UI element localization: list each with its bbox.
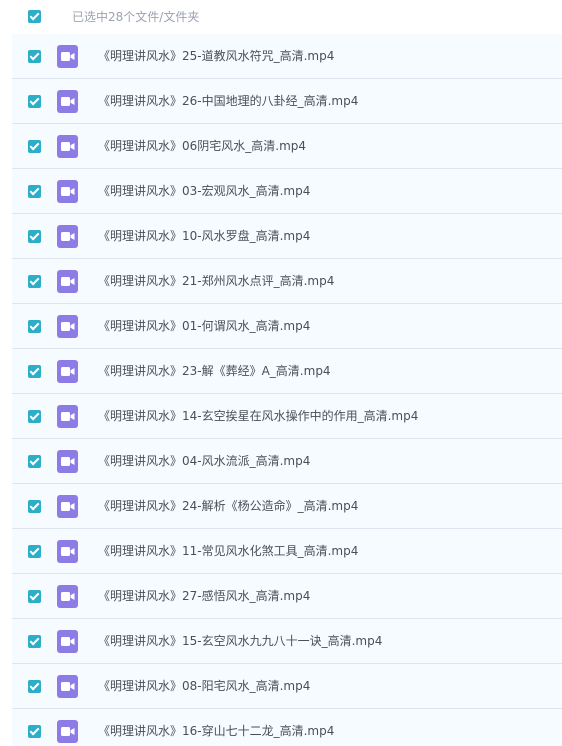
file-list: 《明理讲风水》25-道教风水符咒_高清.mp4 《明理讲风水》26-中国地理的八卦… (12, 34, 562, 746)
file-checkbox[interactable] (28, 500, 41, 513)
file-checkbox[interactable] (28, 680, 41, 693)
video-file-icon (57, 630, 78, 653)
file-checkbox[interactable] (28, 50, 41, 63)
file-name[interactable]: 《明理讲风水》10-风水罗盘_高清.mp4 (98, 229, 310, 244)
file-checkbox[interactable] (28, 410, 41, 423)
file-row[interactable]: 《明理讲风水》08-阳宅风水_高清.mp4 (12, 664, 562, 709)
file-checkbox[interactable] (28, 185, 41, 198)
video-file-icon (57, 270, 78, 293)
file-row[interactable]: 《明理讲风水》24-解析《杨公造命》_高清.mp4 (12, 484, 562, 529)
file-name[interactable]: 《明理讲风水》04-风水流派_高清.mp4 (98, 454, 310, 469)
file-checkbox[interactable] (28, 230, 41, 243)
selection-header: 已选中28个文件/文件夹 (0, 0, 562, 34)
file-checkbox[interactable] (28, 275, 41, 288)
video-file-icon (57, 675, 78, 698)
file-checkbox[interactable] (28, 455, 41, 468)
file-manager-page: 已选中28个文件/文件夹 《明理讲风水》25-道教风水符咒_高清.mp4 《明理讲… (0, 0, 562, 746)
file-row[interactable]: 《明理讲风水》26-中国地理的八卦经_高清.mp4 (12, 79, 562, 124)
file-checkbox[interactable] (28, 320, 41, 333)
file-row[interactable]: 《明理讲风水》15-玄空风水九九八十一诀_高清.mp4 (12, 619, 562, 664)
file-row[interactable]: 《明理讲风水》14-玄空挨星在风水操作中的作用_高清.mp4 (12, 394, 562, 439)
file-row[interactable]: 《明理讲风水》16-穿山七十二龙_高清.mp4 (12, 709, 562, 746)
video-file-icon (57, 315, 78, 338)
file-row[interactable]: 《明理讲风水》04-风水流派_高清.mp4 (12, 439, 562, 484)
file-checkbox[interactable] (28, 140, 41, 153)
file-name[interactable]: 《明理讲风水》21-郑州风水点评_高清.mp4 (98, 274, 334, 289)
file-checkbox[interactable] (28, 545, 41, 558)
selection-count-label: 已选中28个文件/文件夹 (72, 10, 200, 24)
file-name[interactable]: 《明理讲风水》23-解《葬经》A_高清.mp4 (98, 364, 331, 379)
file-name[interactable]: 《明理讲风水》14-玄空挨星在风水操作中的作用_高清.mp4 (98, 409, 418, 424)
video-file-icon (57, 540, 78, 563)
video-file-icon (57, 180, 78, 203)
video-file-icon (57, 360, 78, 383)
file-checkbox[interactable] (28, 635, 41, 648)
select-all-checkbox[interactable] (28, 10, 41, 23)
video-file-icon (57, 135, 78, 158)
file-name[interactable]: 《明理讲风水》11-常见风水化煞工具_高清.mp4 (98, 544, 358, 559)
file-name[interactable]: 《明理讲风水》27-感悟风水_高清.mp4 (98, 589, 310, 604)
video-file-icon (57, 45, 78, 68)
file-checkbox[interactable] (28, 95, 41, 108)
video-file-icon (57, 405, 78, 428)
file-row[interactable]: 《明理讲风水》23-解《葬经》A_高清.mp4 (12, 349, 562, 394)
file-name[interactable]: 《明理讲风水》24-解析《杨公造命》_高清.mp4 (98, 499, 358, 514)
file-name[interactable]: 《明理讲风水》16-穿山七十二龙_高清.mp4 (98, 724, 334, 739)
file-checkbox[interactable] (28, 590, 41, 603)
video-file-icon (57, 90, 78, 113)
file-checkbox[interactable] (28, 365, 41, 378)
file-row[interactable]: 《明理讲风水》06阴宅风水_高清.mp4 (12, 124, 562, 169)
file-name[interactable]: 《明理讲风水》15-玄空风水九九八十一诀_高清.mp4 (98, 634, 382, 649)
file-name[interactable]: 《明理讲风水》08-阳宅风水_高清.mp4 (98, 679, 310, 694)
file-checkbox[interactable] (28, 725, 41, 738)
video-file-icon (57, 720, 78, 743)
file-name[interactable]: 《明理讲风水》25-道教风水符咒_高清.mp4 (98, 49, 334, 64)
file-row[interactable]: 《明理讲风水》25-道教风水符咒_高清.mp4 (12, 34, 562, 79)
video-file-icon (57, 450, 78, 473)
file-row[interactable]: 《明理讲风水》10-风水罗盘_高清.mp4 (12, 214, 562, 259)
file-name[interactable]: 《明理讲风水》03-宏观风水_高清.mp4 (98, 184, 310, 199)
video-file-icon (57, 585, 78, 608)
file-row[interactable]: 《明理讲风水》11-常见风水化煞工具_高清.mp4 (12, 529, 562, 574)
video-file-icon (57, 495, 78, 518)
video-file-icon (57, 225, 78, 248)
file-name[interactable]: 《明理讲风水》26-中国地理的八卦经_高清.mp4 (98, 94, 358, 109)
file-row[interactable]: 《明理讲风水》01-何谓风水_高清.mp4 (12, 304, 562, 349)
file-row[interactable]: 《明理讲风水》21-郑州风水点评_高清.mp4 (12, 259, 562, 304)
file-name[interactable]: 《明理讲风水》01-何谓风水_高清.mp4 (98, 319, 310, 334)
file-name[interactable]: 《明理讲风水》06阴宅风水_高清.mp4 (98, 139, 306, 154)
file-row[interactable]: 《明理讲风水》27-感悟风水_高清.mp4 (12, 574, 562, 619)
file-row[interactable]: 《明理讲风水》03-宏观风水_高清.mp4 (12, 169, 562, 214)
